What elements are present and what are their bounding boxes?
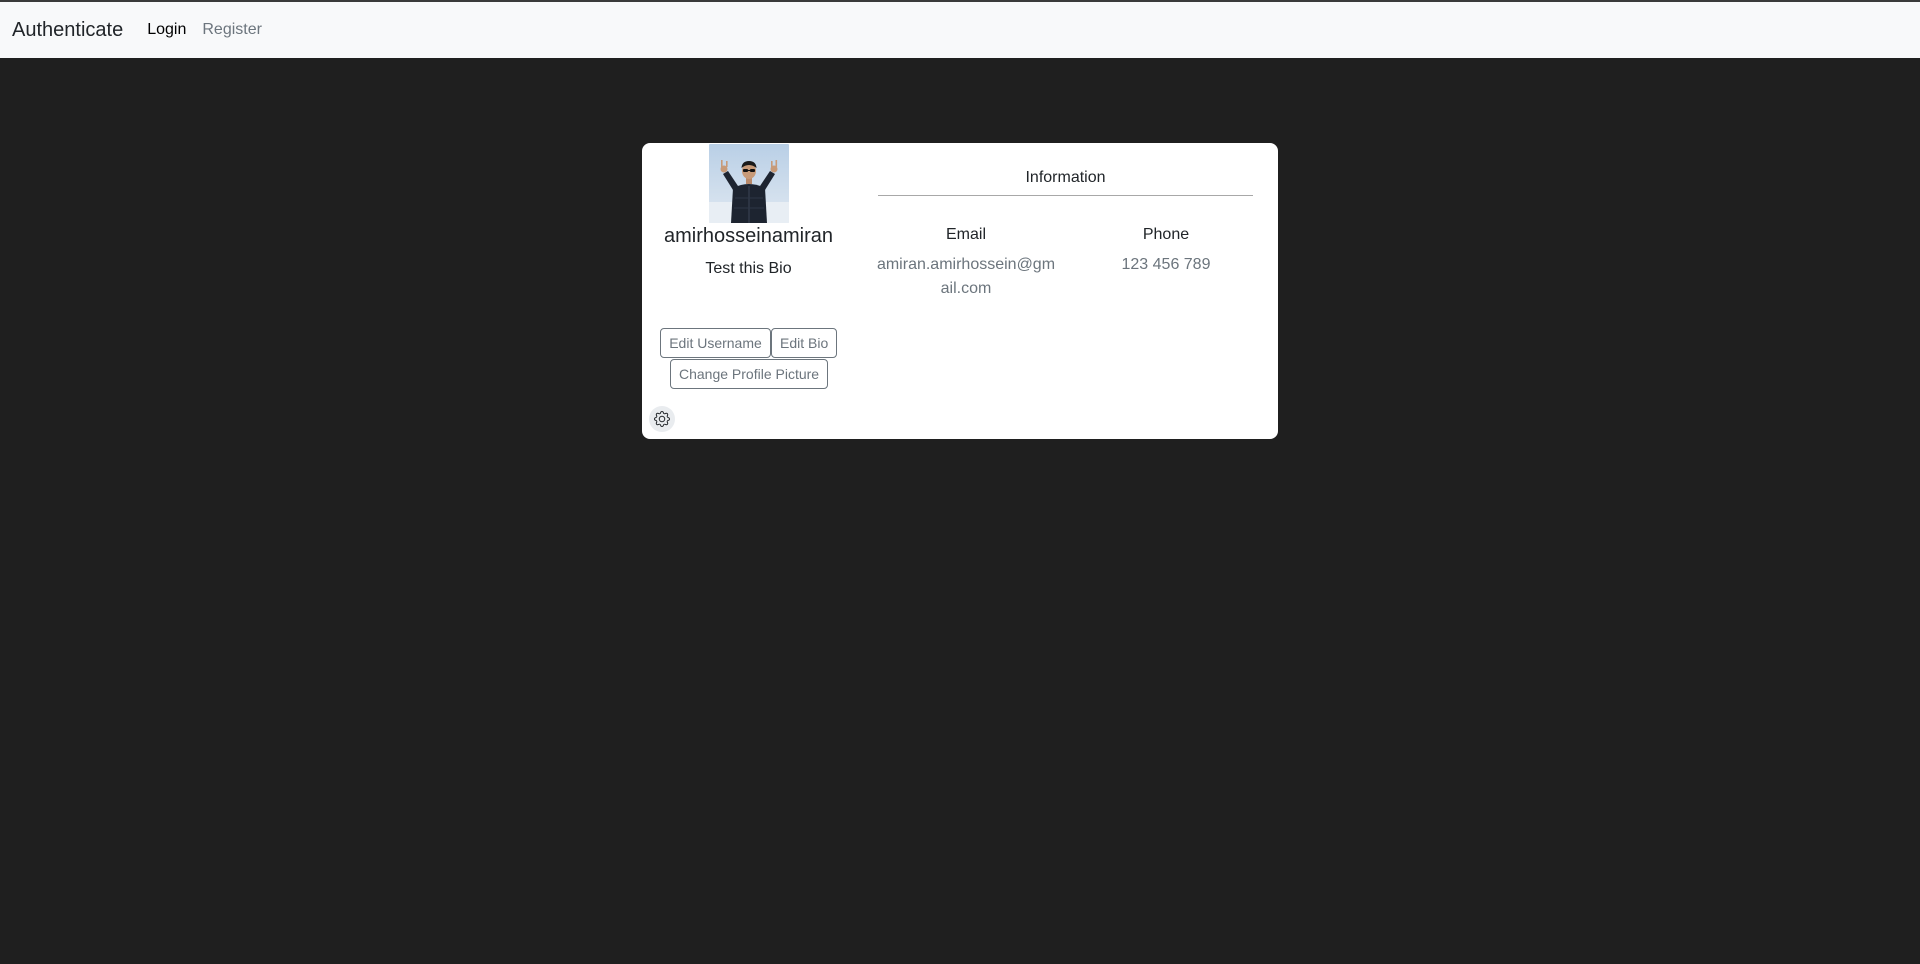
information-heading: Information <box>1025 169 1106 186</box>
settings-button[interactable] <box>649 406 675 432</box>
information-divider <box>878 195 1253 196</box>
profile-username: amirhosseinamiran <box>664 225 833 247</box>
navbar: Authenticate Login Register <box>0 2 1920 58</box>
email-label: Email <box>945 226 986 243</box>
phone-value: 123 456 789 <box>1121 256 1211 273</box>
nav-link-login[interactable]: Login <box>147 21 186 39</box>
gear-icon <box>654 411 670 427</box>
avatar <box>709 144 789 223</box>
edit-bio-button[interactable]: Edit Bio <box>771 328 837 358</box>
edit-username-button[interactable]: Edit Username <box>660 328 771 358</box>
nav-link-register[interactable]: Register <box>202 21 262 39</box>
change-profile-picture-button[interactable]: Change Profile Picture <box>670 359 828 389</box>
profile-picture <box>709 144 789 223</box>
profile-card: amirhosseinamiran Test this Bio Edit Use… <box>642 143 1278 439</box>
email-value: amiran.amirhossein@gmail.com <box>876 256 1056 297</box>
phone-label: Phone <box>1142 226 1190 243</box>
navbar-brand[interactable]: Authenticate <box>12 19 123 42</box>
profile-bio: Test this Bio <box>705 260 792 277</box>
